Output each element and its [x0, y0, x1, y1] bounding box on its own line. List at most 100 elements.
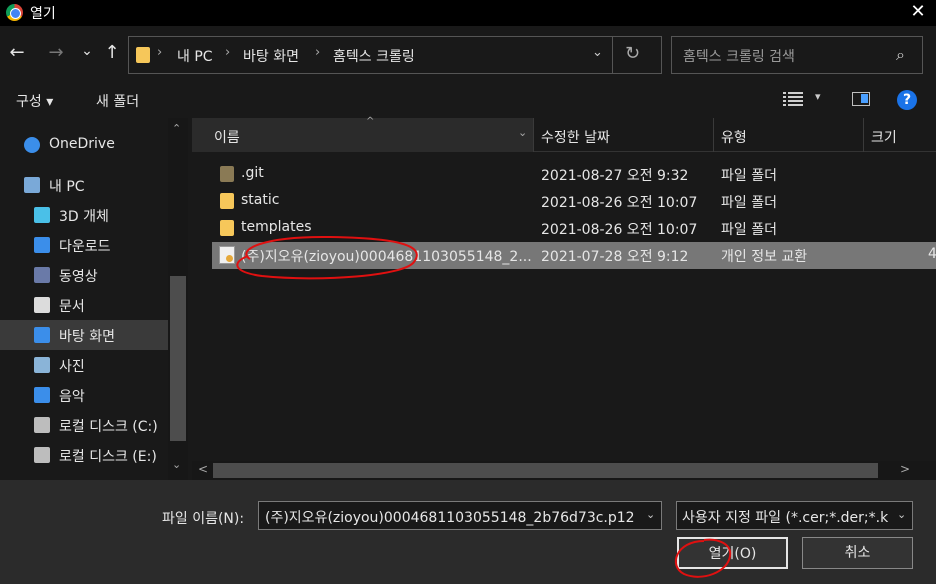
- cell-type: 파일 폴더: [721, 168, 777, 184]
- folder-icon: [220, 220, 234, 236]
- scrollbar-thumb[interactable]: [213, 463, 878, 478]
- sidebar-item-label: 3D 개체: [59, 209, 109, 225]
- search-icon[interactable]: ⌕: [896, 45, 905, 65]
- column-label: 크기: [871, 130, 897, 146]
- recent-locations-icon[interactable]: ⌄: [74, 38, 100, 64]
- column-size[interactable]: 크기: [864, 118, 936, 152]
- sidebar-item-document[interactable]: 문서: [0, 290, 168, 320]
- sidebar-item-label: 음악: [59, 389, 85, 405]
- cell-type: 파일 폴더: [721, 195, 777, 211]
- table-row[interactable]: .git 2021-08-27 오전 9:32 파일 폴더: [212, 161, 936, 188]
- scrollbar-thumb[interactable]: [170, 276, 186, 441]
- chrome-icon: [6, 4, 23, 21]
- address-bar[interactable]: › 내 PC › 바탕 화면 › 홈텍스 크롤링 ⌄ ↻: [128, 36, 662, 74]
- column-name[interactable]: ^ 이름 ⌄: [192, 116, 534, 152]
- sidebar-item-disk-e[interactable]: 로컬 디스크 (E:): [0, 440, 168, 470]
- back-icon[interactable]: ←: [4, 40, 30, 66]
- sort-ascending-icon: ^: [366, 116, 375, 127]
- table-row[interactable]: (주)지오유(zioyou)0004681103055148_2... 2021-…: [212, 242, 936, 269]
- up-icon[interactable]: ↑: [99, 40, 125, 66]
- cell-name: .git: [241, 165, 264, 181]
- disk-c-icon: [34, 417, 50, 433]
- filename-field[interactable]: (주)지오유(zioyou)0004681103055148_2b76d73c.…: [258, 501, 662, 530]
- organize-button[interactable]: 구성 ▾: [16, 91, 53, 111]
- column-label: 유형: [721, 130, 747, 146]
- sidebar-item-label: 문서: [59, 299, 85, 315]
- file-list: ^ 이름 ⌄ 수정한 날짜 유형 크기 .git 2021-08-27 오전 9:…: [192, 116, 936, 480]
- cell-type: 파일 폴더: [721, 222, 777, 238]
- file-type-dropdown-icon[interactable]: ⌄: [897, 508, 907, 521]
- sidebar-item-disk-c[interactable]: 로컬 디스크 (C:): [0, 410, 168, 440]
- sidebar-scrollbar[interactable]: ⌃ ⌄: [168, 118, 188, 480]
- sidebar-item-desktop[interactable]: 바탕 화면: [0, 320, 168, 350]
- navigation-pane: OneDrive 내 PC 3D 개체다운로드동영상문서바탕 화면사진음악로컬 디스…: [0, 118, 192, 480]
- new-folder-button[interactable]: 새 폴더: [96, 91, 139, 111]
- column-date[interactable]: 수정한 날짜: [534, 118, 714, 152]
- address-dropdown-icon[interactable]: ⌄: [592, 45, 603, 60]
- filename-value[interactable]: (주)지오유(zioyou)0004681103055148_2b76d73c.…: [265, 507, 635, 527]
- sidebar-item-label: 로컬 디스크 (E:): [59, 449, 157, 465]
- filename-dropdown-icon[interactable]: ⌄: [646, 508, 655, 521]
- dialog-footer: 파일 이름(N): (주)지오유(zioyou)0004681103055148…: [0, 480, 936, 584]
- breadcrumb-pc[interactable]: 내 PC: [177, 46, 213, 66]
- view-options-icon[interactable]: [783, 92, 803, 106]
- toolbar: 구성 ▾ 새 폴더 ▾ ?: [0, 82, 936, 118]
- help-icon[interactable]: ?: [897, 90, 917, 110]
- scroll-down-icon[interactable]: ⌄: [172, 458, 181, 471]
- refresh-icon[interactable]: ↻: [625, 43, 640, 64]
- photo-icon: [34, 357, 50, 373]
- sidebar-item-photo[interactable]: 사진: [0, 350, 168, 380]
- sidebar-item-download[interactable]: 다운로드: [0, 230, 168, 260]
- sidebar-item-cloud[interactable]: OneDrive: [0, 130, 168, 160]
- column-header: ^ 이름 ⌄ 수정한 날짜 유형 크기: [192, 116, 936, 152]
- column-filter-icon[interactable]: ⌄: [518, 126, 527, 139]
- table-row[interactable]: static 2021-08-26 오전 10:07 파일 폴더: [212, 188, 936, 215]
- preview-pane-icon[interactable]: [852, 92, 870, 106]
- file-type-select[interactable]: 사용자 지정 파일 (*.cer;*.der;*.k ⌄: [676, 501, 913, 530]
- forward-icon[interactable]: →: [43, 40, 69, 66]
- cell-type: 개인 정보 교환: [721, 249, 808, 265]
- sidebar-item-label: OneDrive: [49, 136, 115, 152]
- open-button[interactable]: 열기(O): [677, 537, 788, 569]
- cube-icon: [34, 207, 50, 223]
- horizontal-scrollbar[interactable]: < >: [192, 461, 936, 480]
- disk-e-icon: [34, 447, 50, 463]
- scroll-right-icon[interactable]: >: [900, 462, 910, 476]
- window-title: 열기: [30, 6, 56, 22]
- column-label: 이름: [214, 130, 240, 146]
- cell-date: 2021-08-27 오전 9:32: [541, 168, 689, 184]
- sidebar-item-cube[interactable]: 3D 개체: [0, 200, 168, 230]
- sidebar-item-music[interactable]: 음악: [0, 380, 168, 410]
- cloud-icon: [24, 137, 40, 153]
- music-icon: [34, 387, 50, 403]
- view-dropdown-icon[interactable]: ▾: [815, 90, 821, 103]
- table-row[interactable]: templates 2021-08-26 오전 10:07 파일 폴더: [212, 215, 936, 242]
- sidebar-item-film[interactable]: 동영상: [0, 260, 168, 290]
- folder-icon: [136, 47, 150, 63]
- scroll-up-icon[interactable]: ⌃: [172, 122, 181, 135]
- certificate-file-icon: [219, 246, 235, 264]
- sidebar-item-label: 다운로드: [59, 239, 111, 255]
- cancel-button[interactable]: 취소: [802, 537, 913, 569]
- folder-icon: [220, 166, 234, 182]
- sidebar-item-label: 내 PC: [49, 179, 85, 195]
- sidebar-item-label: 사진: [59, 359, 85, 375]
- cell-size: 4: [928, 246, 936, 262]
- breadcrumb-desktop[interactable]: 바탕 화면: [243, 46, 299, 66]
- sidebar-item-pc[interactable]: 내 PC: [0, 170, 168, 200]
- download-icon: [34, 237, 50, 253]
- column-type[interactable]: 유형: [714, 118, 864, 152]
- breadcrumb-current-folder[interactable]: 홈텍스 크롤링: [333, 46, 415, 66]
- cell-date: 2021-08-26 오전 10:07: [541, 222, 698, 238]
- close-button[interactable]: ✕: [900, 0, 936, 26]
- film-icon: [34, 267, 50, 283]
- file-type-value[interactable]: 사용자 지정 파일 (*.cer;*.der;*.k: [682, 507, 888, 527]
- scroll-left-icon[interactable]: <: [198, 462, 208, 476]
- breadcrumb-separator: ›: [157, 45, 163, 60]
- search-input[interactable]: 홈텍스 크롤링 검색: [683, 46, 795, 66]
- cell-name: (주)지오유(zioyou)0004681103055148_2...: [241, 249, 531, 265]
- title-bar: 열기 ✕: [0, 0, 936, 26]
- document-icon: [34, 297, 50, 313]
- search-box[interactable]: 홈텍스 크롤링 검색 ⌕: [671, 36, 923, 74]
- breadcrumb-separator: ›: [225, 45, 231, 60]
